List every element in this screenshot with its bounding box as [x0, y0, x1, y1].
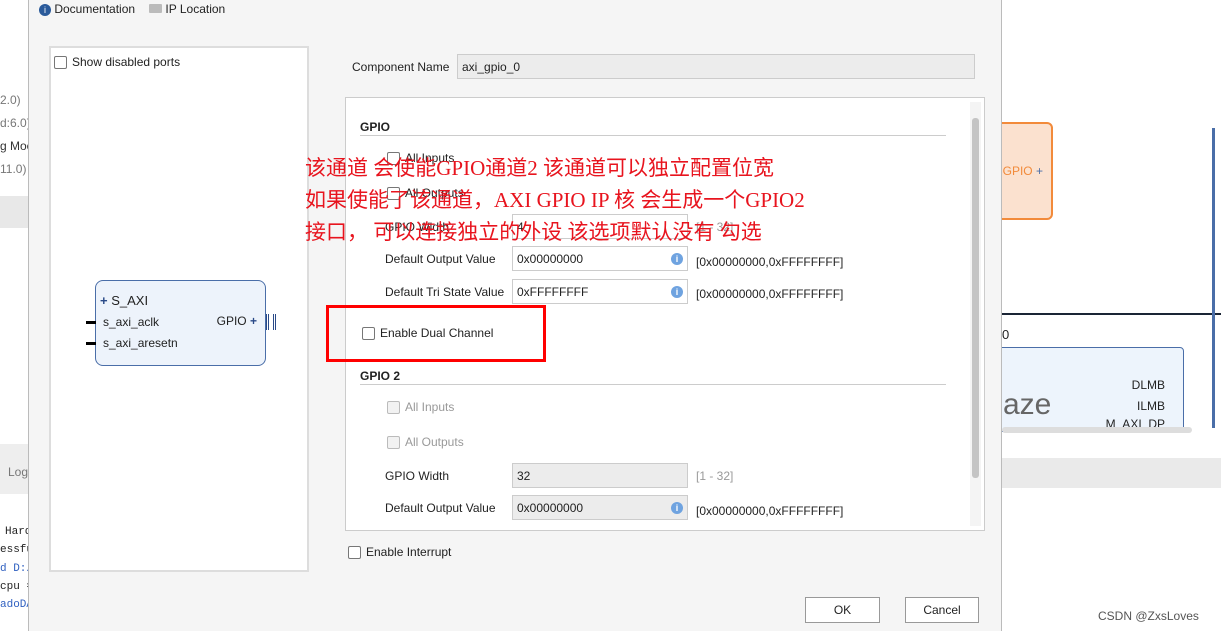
- annotation-line: 如果使能了该通道，AXI GPIO IP 核 会生成一个GPIO2: [305, 188, 805, 212]
- microblaze-logo: aze: [1003, 388, 1052, 421]
- info-icon[interactable]: i: [671, 286, 683, 298]
- documentation-tab[interactable]: i Documentation: [39, 2, 135, 16]
- port-s-axi-aclk: s_axi_aclk: [103, 315, 160, 329]
- default-tri-input[interactable]: 0xFFFFFFFF i: [512, 279, 688, 304]
- default-output-range: [0x00000000,0xFFFFFFFF]: [696, 255, 844, 269]
- divider: [360, 384, 946, 385]
- microblaze-block[interactable]: aze DLMB ILMB M_AXI_DP: [992, 347, 1184, 432]
- cancel-button[interactable]: Cancel: [905, 597, 979, 623]
- net-line: [1212, 128, 1215, 428]
- folder-icon: [149, 4, 163, 13]
- default-tri-range: [0x00000000,0xFFFFFFFF]: [696, 287, 844, 301]
- gpio2-width-label: GPIO Width: [385, 469, 450, 483]
- top-tabs: i Documentation IP Location: [29, 0, 1001, 18]
- info-icon: i: [39, 4, 51, 16]
- ok-button[interactable]: OK: [805, 597, 880, 623]
- horizontal-scrollbar[interactable]: [1002, 427, 1192, 433]
- default-tri-label: Default Tri State Value: [385, 285, 505, 299]
- port-dlmb: DLMB: [1131, 378, 1165, 392]
- show-disabled-ports-checkbox[interactable]: Show disabled ports: [54, 55, 180, 70]
- bg-text: 11.0): [0, 162, 27, 176]
- vertical-scrollbar[interactable]: [970, 102, 981, 526]
- info-icon[interactable]: i: [671, 253, 683, 265]
- block-label: 0: [1002, 327, 1010, 342]
- bg-text: 2.0): [0, 93, 21, 107]
- bg-band: [1002, 458, 1221, 488]
- axi-gpio-block: + S_AXI s_axi_aclk s_axi_aresetn GPIO +: [86, 280, 276, 366]
- gpio2-width-input[interactable]: 32: [512, 463, 688, 488]
- gpio-port-label: GPIO +: [1002, 164, 1043, 178]
- component-name-input[interactable]: axi_gpio_0: [457, 54, 975, 79]
- divider: [360, 135, 946, 136]
- enable-interrupt-checkbox[interactable]: Enable Interrupt: [348, 545, 451, 560]
- gpio2-header: GPIO 2: [360, 369, 401, 383]
- default-output-label: Default Output Value: [385, 252, 496, 266]
- port-ilmb: ILMB: [1136, 399, 1165, 413]
- block-design-canvas: GPIO + 0 aze DLMB ILMB M_AXI_DP CSDN @Zx…: [992, 0, 1221, 631]
- gpio2-all-inputs-checkbox[interactable]: All Inputs: [387, 400, 454, 415]
- info-icon[interactable]: i: [671, 502, 683, 514]
- reset-pin: [86, 342, 96, 345]
- gpio-bus-pin: [266, 314, 276, 330]
- scrollbar-thumb[interactable]: [972, 118, 979, 478]
- gpio2-width-range: [1 - 32]: [696, 469, 734, 483]
- watermark: CSDN @ZxsLoves: [1098, 609, 1199, 623]
- background-left: 2.0) d:6.0) g Moc 11.0) Log Hard essfu d…: [0, 0, 33, 631]
- port-gpio: GPIO +: [216, 314, 257, 328]
- port-s-axi: + S_AXI: [100, 293, 149, 308]
- annotation-line: 该通道 会使能GPIO通道2 该通道可以独立配置位宽: [305, 156, 775, 180]
- highlight-box: [326, 305, 546, 362]
- bg-band: [0, 196, 28, 228]
- gpio2-default-output-input[interactable]: 0x00000000 i: [512, 495, 688, 520]
- clk-pin: [86, 321, 96, 324]
- bg-text: d:6.0): [0, 116, 31, 130]
- net-line: [1002, 313, 1221, 315]
- component-name-label: Component Name: [352, 60, 450, 74]
- gpio-header: GPIO: [360, 120, 391, 134]
- log-tab[interactable]: Log: [8, 465, 28, 479]
- annotation-line: 接口， 可以连接独立的外设 该选项默认没有 勾选: [305, 220, 762, 244]
- gpio2-default-output-range: [0x00000000,0xFFFFFFFF]: [696, 504, 844, 518]
- port-s-axi-aresetn: s_axi_aresetn: [103, 336, 178, 350]
- ip-location-tab[interactable]: IP Location: [149, 2, 225, 16]
- gpio2-all-outputs-checkbox[interactable]: All Outputs: [387, 435, 464, 450]
- default-output-input[interactable]: 0x00000000 i: [512, 246, 688, 271]
- ip-symbol-panel: Show disabled ports + S_AXI s_axi_aclk s…: [49, 46, 309, 572]
- gpio2-default-output-label: Default Output Value: [385, 501, 496, 515]
